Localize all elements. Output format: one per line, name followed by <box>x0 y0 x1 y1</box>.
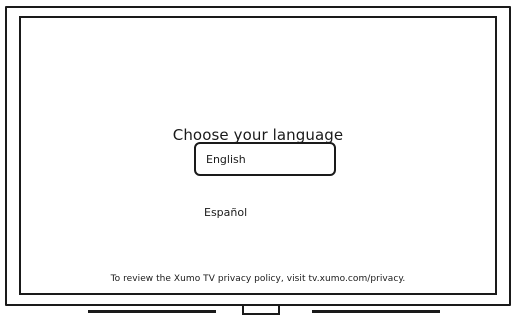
tv-illustration: Choose your language English Español To … <box>0 0 518 315</box>
language-option-label: Español <box>204 205 248 219</box>
tv-screen: Choose your language English Español To … <box>19 16 497 295</box>
language-option-espanol[interactable]: Español <box>194 195 336 229</box>
tv-stand-center <box>242 306 280 315</box>
tv-stand-left <box>88 310 216 313</box>
language-option-label: English <box>206 152 246 166</box>
privacy-notice: To review the Xumo TV privacy policy, vi… <box>110 274 406 284</box>
tv-stand-right <box>312 310 440 313</box>
language-option-english[interactable]: English <box>194 142 336 176</box>
